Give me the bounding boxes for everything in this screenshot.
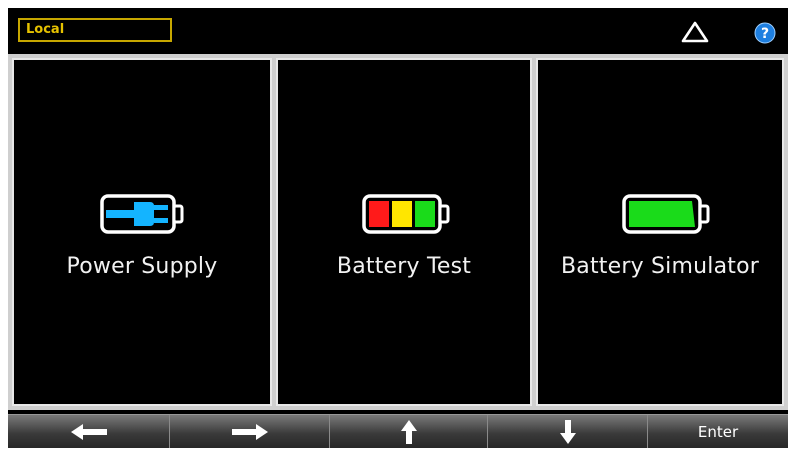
arrow-left-icon [70,424,107,440]
status-bar: Local ? [8,8,788,52]
mode-indicator[interactable]: Local [18,18,172,42]
softkey-up-button[interactable] [330,415,488,448]
battery-green-icon [622,194,710,234]
battery-test-label: Battery Test [336,254,472,279]
battery-test-panel[interactable]: Battery Test [276,58,532,406]
battery-simulator-panel[interactable]: Battery Simulator [536,58,784,406]
softkey-down-button[interactable] [488,415,648,448]
softkey-right-button[interactable] [170,415,330,448]
softkey-left-button[interactable] [8,415,170,448]
power-supply-panel[interactable]: Power Supply [12,58,272,406]
arrow-down-icon [559,420,576,444]
arrow-up-icon [400,420,417,444]
enter-button[interactable]: Enter [648,415,788,448]
enter-label: Enter [697,423,739,441]
arrow-right-icon [231,424,268,440]
power-plug-battery-icon [100,194,184,234]
svg-text:?: ? [761,26,769,42]
warning-triangle-icon[interactable] [681,20,709,44]
help-question-icon[interactable]: ? [754,22,776,44]
battery-tricolor-icon [362,194,450,234]
mode-panels: Power Supply Battery Test Battery Simula… [8,54,788,410]
power-supply-label: Power Supply [66,254,218,279]
battery-simulator-label: Battery Simulator [561,254,759,279]
instrument-screen: Local ? Power Supply Battery Test Batter… [8,8,788,448]
softkey-bar: Enter [8,414,788,448]
